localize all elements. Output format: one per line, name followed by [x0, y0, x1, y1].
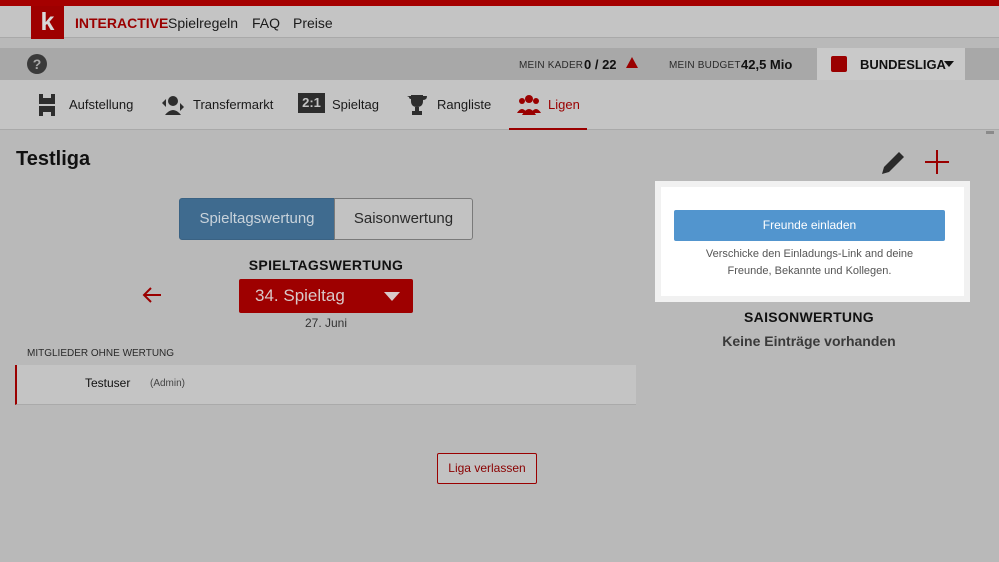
- budget-label: MEIN BUDGET: [669, 60, 741, 71]
- spieltag-date: 27. Juni: [304, 316, 348, 330]
- kader-label: MEIN KADER: [519, 60, 584, 71]
- pitch-icon: [39, 94, 55, 116]
- nav-link-preise[interactable]: Preise: [293, 15, 333, 31]
- nav-link-spielregeln[interactable]: Spielregeln: [168, 15, 238, 31]
- page-title: Testliga: [16, 148, 91, 170]
- league-selector[interactable]: BUNDESLIGA: [817, 48, 965, 80]
- brand-title[interactable]: INTERACTIVE: [75, 15, 168, 31]
- chevron-down-icon: [944, 61, 954, 67]
- kader-value: 0 / 22: [584, 57, 617, 72]
- tab-aufstellung[interactable]: Aufstellung: [36, 80, 136, 130]
- score-icon: 2:1: [298, 93, 325, 113]
- kicker-logo[interactable]: k: [31, 6, 64, 39]
- active-tab-indicator: [509, 128, 587, 130]
- scrollbar-thumb[interactable]: [986, 131, 994, 134]
- tab-transfermarkt[interactable]: Transfermarkt: [160, 80, 275, 130]
- invite-description-line: Freunde, Bekannte und Kollegen.: [727, 265, 892, 277]
- invite-description: Verschicke den Einladungs-Link and deine…: [674, 246, 945, 280]
- chevron-down-icon: [384, 292, 400, 301]
- tab-label-aufstellung: Aufstellung: [69, 97, 134, 112]
- toggle-spieltagswertung[interactable]: Spieltagswertung: [179, 198, 335, 240]
- group-icon: [517, 95, 541, 115]
- saison-empty-state: Keine Einträge vorhanden: [722, 333, 896, 349]
- member-role: (Admin): [150, 378, 186, 389]
- spieltag-section-heading: SPIELTAGSWERTUNG: [248, 257, 404, 273]
- spieltag-select-label: 34. Spieltag: [255, 286, 345, 305]
- member-name: Testuser: [85, 376, 131, 390]
- add-icon[interactable]: [924, 149, 950, 175]
- toggle-saisonwertung[interactable]: Saisonwertung: [334, 198, 473, 240]
- top-bar: k INTERACTIVE Spielregeln FAQ Preise: [0, 6, 999, 39]
- main-nav: Aufstellung Transfermarkt 2:1 Spieltag R…: [0, 80, 999, 130]
- saison-section-heading: SAISONWERTUNG: [744, 309, 874, 325]
- members-section-label: MITGLIEDER OHNE WERTUNG: [27, 348, 175, 359]
- help-icon[interactable]: ?: [27, 54, 47, 74]
- tab-label-spieltag: Spieltag: [332, 97, 379, 112]
- edit-icon[interactable]: [878, 148, 908, 178]
- tab-rangliste[interactable]: Rangliste: [406, 80, 492, 130]
- warning-icon: [626, 57, 638, 68]
- tab-label-rangliste: Rangliste: [437, 97, 492, 112]
- budget-value: 42,5 Mio: [741, 57, 793, 72]
- tab-spieltag[interactable]: 2:1 Spieltag: [298, 80, 380, 130]
- invite-description-line: Verschicke den Einladungs-Link and deine: [705, 248, 914, 260]
- arrow-left-icon[interactable]: [141, 285, 163, 305]
- invite-friends-button[interactable]: Freunde einladen: [674, 210, 945, 241]
- spieltag-select[interactable]: 34. Spieltag: [239, 279, 413, 313]
- tab-ligen[interactable]: Ligen: [516, 80, 584, 130]
- bundesliga-logo-icon: [831, 56, 847, 72]
- tab-label-transfermarkt: Transfermarkt: [193, 97, 274, 112]
- table-row[interactable]: Testuser (Admin): [15, 365, 636, 405]
- transfer-icon: [162, 96, 184, 115]
- leave-league-button[interactable]: Liga verlassen: [437, 453, 537, 484]
- league-name: BUNDESLIGA: [860, 57, 946, 72]
- invite-card: Freunde einladen Verschicke den Einladun…: [655, 181, 970, 302]
- trophy-icon: [407, 95, 427, 115]
- tab-label-ligen: Ligen: [548, 97, 580, 112]
- nav-link-faq[interactable]: FAQ: [252, 15, 280, 31]
